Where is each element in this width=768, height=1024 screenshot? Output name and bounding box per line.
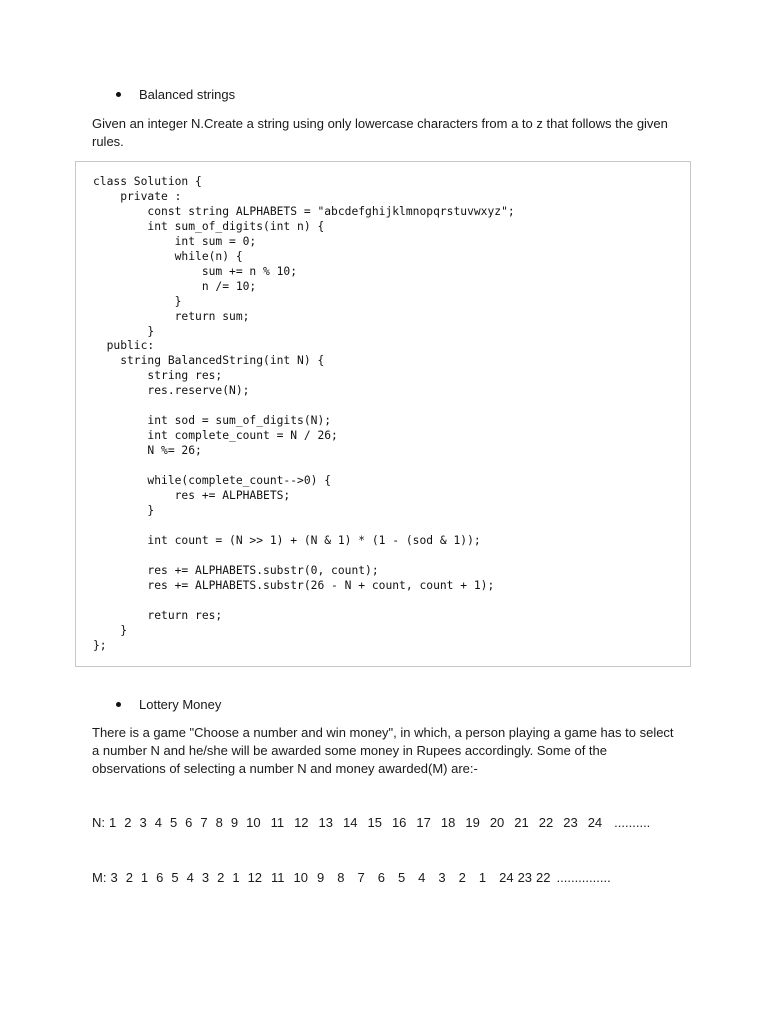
m-value: 11 [271, 870, 285, 885]
m-ellipsis: ............... [556, 870, 611, 885]
m-value: 4 [418, 870, 426, 885]
n-value: 9 [230, 815, 239, 830]
m-value: 9 [317, 870, 325, 885]
section-heading-balanced-strings: Balanced strings [116, 87, 235, 102]
n-value: 17 [416, 815, 431, 830]
n-value: 7 [200, 815, 208, 830]
n-value: 22 [538, 815, 554, 830]
n-value: 13 [318, 815, 334, 830]
n-value: 20 [489, 815, 505, 830]
m-value: 1 [140, 870, 149, 885]
bullet-icon [116, 702, 121, 707]
n-value: 1 [109, 815, 117, 830]
m-value: 10 [293, 870, 308, 885]
n-label: N: [92, 815, 105, 830]
n-value: 15 [367, 815, 382, 830]
m-label: M: [92, 870, 107, 885]
m-value: 24 [499, 870, 514, 885]
m-value: 2 [217, 870, 225, 885]
n-value: 3 [139, 815, 147, 830]
m-value: 6 [156, 870, 164, 885]
m-value: 6 [377, 870, 385, 885]
m-value: 2 [125, 870, 133, 885]
n-value: 18 [440, 815, 456, 830]
n-value: 16 [391, 815, 407, 830]
n-value: 11 [270, 815, 285, 830]
n-value: 21 [514, 815, 529, 830]
n-value: 10 [246, 815, 261, 830]
m-value: 5 [397, 870, 406, 885]
lottery-money-description: There is a game "Choose a number and win… [92, 725, 674, 776]
m-value: 22 [536, 870, 551, 885]
n-ellipsis: .......... [614, 815, 651, 830]
n-values-row: N: 1 2 3 4 5 6 7 8 9 10 11 12 13 14 15 16 17 18 19 20 21 22 23… [92, 815, 650, 830]
n-value: 5 [169, 815, 178, 830]
heading-text: Lottery Money [139, 697, 222, 712]
n-values: 1 2 3 4 5 6 7 8 9 10 11 12 13 14 15 16 17 18 19 20 21 22 23 24 [109, 815, 612, 830]
n-value: 14 [343, 815, 358, 830]
n-value: 12 [294, 815, 309, 830]
m-value: 7 [357, 870, 365, 885]
m-values: 3 2 1 6 5 4 3 2 1 12 11 10 9 8 7 6 5 4 3 2 1 24 23 22 [110, 870, 554, 885]
m-values-row: M: 3 2 1 6 5 4 3 2 1 12 11 10 9 8 7 6 5 4 3 2 1 24 23 22 ......… [92, 870, 611, 885]
m-value: 3 [110, 870, 118, 885]
n-value: 4 [154, 815, 162, 830]
m-value: 12 [247, 870, 263, 885]
code-text: class Solution { private : const string … [93, 175, 515, 652]
code-block: class Solution { private : const string … [75, 161, 691, 667]
m-value: 23 [517, 870, 533, 885]
m-value: 1 [232, 870, 240, 885]
balanced-strings-description: Given an integer N.Create a string using… [92, 116, 668, 149]
m-value: 5 [171, 870, 179, 885]
m-value: 8 [337, 870, 345, 885]
n-value: 8 [215, 815, 223, 830]
n-value: 2 [124, 815, 132, 830]
n-value: 23 [563, 815, 578, 830]
m-value: 2 [458, 870, 466, 885]
n-value: 19 [465, 815, 480, 830]
n-value: 24 [587, 815, 603, 830]
n-value: 6 [185, 815, 193, 830]
section-heading-lottery-money: Lottery Money [116, 697, 221, 712]
heading-text: Balanced strings [139, 87, 236, 102]
m-value: 3 [201, 870, 210, 885]
bullet-icon [116, 92, 121, 97]
m-value: 3 [438, 870, 446, 885]
m-value: 1 [478, 870, 487, 885]
m-value: 4 [186, 870, 194, 885]
